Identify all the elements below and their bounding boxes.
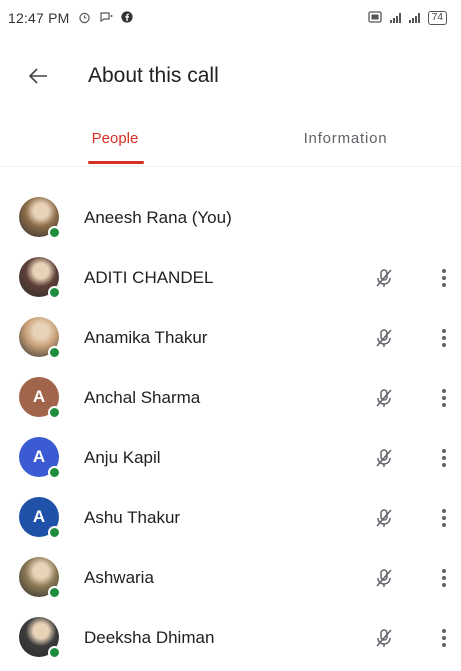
online-status-dot <box>48 526 61 539</box>
online-status-dot <box>48 406 61 419</box>
participant-row[interactable]: A Anju Kapil <box>0 428 461 488</box>
online-status-dot <box>48 346 61 359</box>
avatar-initial: A <box>32 507 46 526</box>
participant-row[interactable]: A Anchal Sharma <box>0 368 461 428</box>
more-options-icon[interactable] <box>432 506 456 530</box>
participant-name: Anchal Sharma <box>84 388 201 407</box>
participant-name: Deeksha Dhiman <box>84 628 215 647</box>
more-options-icon[interactable] <box>432 446 456 470</box>
active-tab-indicator <box>88 161 144 164</box>
tab-bar: People Information <box>0 110 461 167</box>
participant-row[interactable]: Anamika Thakur <box>0 308 461 368</box>
avatar-container <box>19 257 61 299</box>
participant-name: Anju Kapil <box>84 448 161 467</box>
tab-people[interactable]: People <box>0 110 230 166</box>
more-options-icon[interactable] <box>432 566 456 590</box>
status-time: 12:47 PM <box>8 10 70 26</box>
participant-name: Aneesh Rana (You) <box>84 208 232 227</box>
avatar-initial: A <box>32 387 46 406</box>
app-bar: About this call <box>0 52 461 100</box>
chat-bubble-icon <box>99 11 113 25</box>
mic-off-icon[interactable] <box>372 626 396 650</box>
mic-off-icon[interactable] <box>372 566 396 590</box>
participant-list: Aneesh Rana (You) ADITI CHANDEL Anamika Th… <box>0 188 461 668</box>
alarm-icon <box>78 11 91 26</box>
participant-row[interactable]: ADITI CHANDEL <box>0 248 461 308</box>
battery-indicator: 74 <box>427 11 447 25</box>
participant-row[interactable]: Aneesh Rana (You) <box>0 188 461 248</box>
online-status-dot <box>48 586 61 599</box>
tab-information[interactable]: Information <box>230 110 461 166</box>
arrow-back-icon <box>28 68 47 84</box>
avatar-container <box>19 557 61 599</box>
participant-row[interactable]: Ashwaria <box>0 548 461 608</box>
facebook-icon <box>120 11 133 25</box>
participant-name: Ashu Thakur <box>84 508 181 527</box>
participant-name: Ashwaria <box>84 568 154 587</box>
participant-row[interactable]: A Ashu Thakur <box>0 488 461 548</box>
online-status-dot <box>48 466 61 479</box>
status-left: 12:47 PM <box>8 10 133 26</box>
more-options-icon[interactable] <box>432 386 456 410</box>
page-title: About this call <box>88 64 219 87</box>
more-options-icon[interactable] <box>432 326 456 350</box>
mic-off-icon[interactable] <box>372 446 396 470</box>
avatar-container: A <box>19 377 61 419</box>
mic-off-icon[interactable] <box>372 326 396 350</box>
sim-card-icon <box>368 11 382 25</box>
status-bar: 12:47 PM 74 <box>0 0 461 36</box>
avatar-container: A <box>19 437 61 479</box>
avatar-container <box>19 197 61 239</box>
avatar-container <box>19 617 61 659</box>
mic-off-icon[interactable] <box>372 266 396 290</box>
avatar-container <box>19 317 61 359</box>
more-options-icon[interactable] <box>432 626 456 650</box>
more-options-icon[interactable] <box>432 266 456 290</box>
status-right: 74 <box>368 11 447 25</box>
tab-people-label: People <box>91 129 139 147</box>
avatar-container: A <box>19 497 61 539</box>
participant-name: ADITI CHANDEL <box>84 268 214 287</box>
tab-information-label: Information <box>303 129 388 147</box>
online-status-dot <box>48 646 61 659</box>
avatar-initial: A <box>32 447 46 466</box>
participant-name: Anamika Thakur <box>84 328 208 347</box>
participant-row[interactable]: Deeksha Dhiman <box>0 608 461 668</box>
online-status-dot <box>48 226 61 239</box>
screen: 12:47 PM 74 About this call People Infor… <box>0 0 461 671</box>
mic-off-icon[interactable] <box>372 386 396 410</box>
mic-off-icon[interactable] <box>372 506 396 530</box>
signal-icon-2 <box>408 13 420 23</box>
online-status-dot <box>48 286 61 299</box>
back-button[interactable] <box>14 52 62 100</box>
signal-icon <box>389 13 401 23</box>
